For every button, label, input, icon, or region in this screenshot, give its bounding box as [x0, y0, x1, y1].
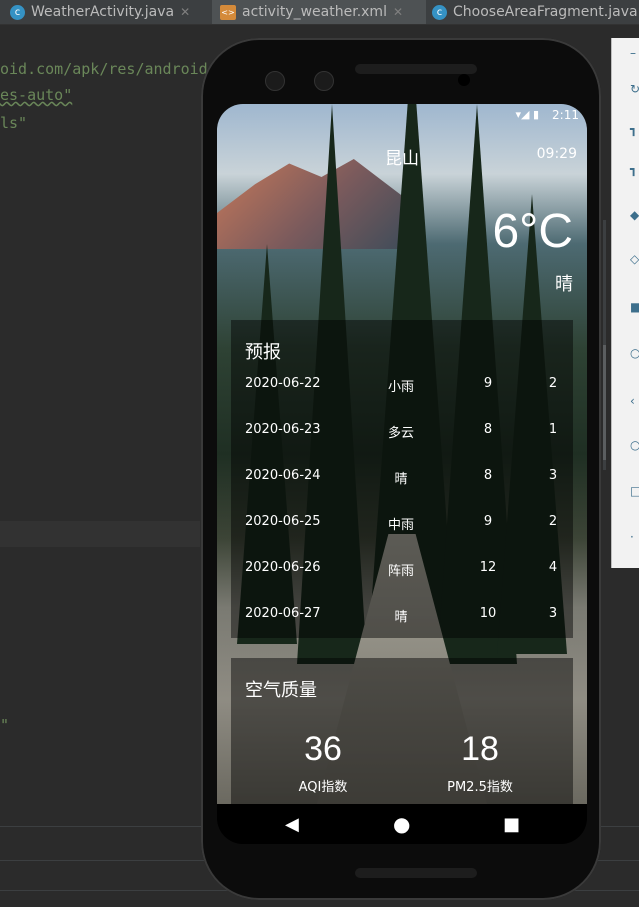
forecast-panel: 预报 2020-06-22 小雨 9 2 2020-06-23 多云 8 1 2… — [231, 320, 573, 638]
city-title: 昆山 — [385, 149, 419, 169]
forecast-min: 3 — [548, 468, 558, 483]
tab-activity-weather-xml[interactable]: <> activity_weather.xml ✕ — [212, 0, 426, 24]
aqi-title: 空气质量 — [245, 680, 317, 701]
tab-label: activity_weather.xml — [242, 4, 387, 20]
front-camera-icon — [265, 71, 285, 91]
tab-label: ChooseAreaFragment.java — [453, 4, 638, 20]
forecast-info: 小雨 — [387, 380, 414, 395]
forecast-max: 9 — [483, 514, 493, 529]
forecast-date: 2020-06-24 — [245, 468, 321, 483]
front-camera-icon — [314, 71, 334, 91]
current-line-highlight — [0, 521, 200, 547]
forecast-min: 2 — [548, 514, 558, 529]
home-icon[interactable]: ● — [393, 812, 410, 836]
eraser-icon[interactable]: ◇ — [630, 252, 639, 266]
forecast-info: 晴 — [394, 472, 408, 487]
scrollbar-thumb[interactable] — [603, 345, 606, 460]
update-time: 09:29 — [536, 146, 577, 162]
forecast-row: 2020-06-27 晴 10 3 — [231, 606, 573, 626]
xml-layout-icon: <> — [220, 4, 236, 20]
palette-panel: – ↻ ┓ ┓ ◆ ◇ ■ ○ ‹ ○ □ · — [611, 38, 639, 568]
forecast-title: 预报 — [245, 342, 281, 363]
forecast-min: 1 — [548, 422, 558, 437]
bottom-speaker — [355, 868, 477, 878]
close-icon[interactable]: ✕ — [180, 5, 190, 19]
navigation-bar: ◀ ● ■ — [217, 804, 587, 844]
forecast-info: 晴 — [394, 610, 408, 625]
current-degree: 6°C — [492, 205, 573, 258]
forecast-min: 4 — [548, 560, 558, 575]
code-line: oid.com/apk/res/android — [0, 60, 208, 78]
tool-icon[interactable]: ┓ — [630, 162, 639, 176]
forecast-min: 2 — [548, 376, 558, 391]
circle-icon[interactable]: ○ — [630, 438, 639, 452]
tool-icon[interactable]: ┓ — [630, 122, 639, 136]
square-icon[interactable]: □ — [630, 484, 639, 498]
forecast-row: 2020-06-24 晴 8 3 — [231, 468, 573, 488]
phone-screen: ▾◢ ▮ 2:11 昆山 09:29 6°C 晴 预报 2020-06-22 小… — [217, 104, 587, 844]
earpiece-speaker — [355, 64, 477, 74]
forecast-date: 2020-06-27 — [245, 606, 321, 621]
close-icon[interactable]: ✕ — [393, 5, 403, 19]
sensor-icon — [458, 74, 470, 86]
code-line: ls" — [0, 114, 28, 132]
weather-info: 晴 — [555, 274, 573, 295]
status-bar: ▾◢ ▮ 2:11 — [217, 104, 587, 128]
status-time: 2:11 — [552, 108, 579, 122]
mountain-shape — [217, 159, 407, 249]
forecast-max: 8 — [483, 422, 493, 437]
forecast-date: 2020-06-22 — [245, 376, 321, 391]
editor-tab-bar: c WeatherActivity.java ✕ <> activity_wea… — [0, 0, 639, 25]
code-line: " — [0, 716, 10, 734]
pm25-value: 18 — [461, 730, 499, 768]
forecast-max: 9 — [483, 376, 493, 391]
eraser-icon[interactable]: ◆ — [630, 208, 639, 222]
circle-icon[interactable]: ○ — [630, 346, 639, 360]
forecast-date: 2020-06-25 — [245, 514, 321, 529]
arrow-icon[interactable]: ‹ — [630, 394, 639, 408]
forecast-info: 阵雨 — [387, 564, 414, 579]
forecast-max: 10 — [479, 606, 497, 621]
forecast-min: 3 — [548, 606, 558, 621]
tab-label: WeatherActivity.java — [31, 4, 175, 20]
tab-weather-activity[interactable]: c WeatherActivity.java ✕ — [10, 0, 210, 24]
tab-choose-area-fragment[interactable]: c ChooseAreaFragment.java — [432, 0, 639, 24]
minus-icon[interactable]: – — [630, 46, 639, 60]
forecast-info: 多云 — [387, 426, 414, 441]
forecast-row: 2020-06-25 中雨 9 2 — [231, 514, 573, 534]
code-line: es-auto" — [0, 86, 73, 104]
forecast-date: 2020-06-23 — [245, 422, 321, 437]
recents-icon[interactable]: ■ — [503, 814, 520, 835]
dot-icon[interactable]: · — [630, 530, 639, 544]
square-icon[interactable]: ■ — [630, 300, 639, 314]
forecast-max: 12 — [479, 560, 497, 575]
back-icon[interactable]: ◀ — [285, 814, 299, 835]
forecast-row: 2020-06-26 阵雨 12 4 — [231, 560, 573, 580]
forecast-row: 2020-06-23 多云 8 1 — [231, 422, 573, 442]
aqi-label: AQI指数 — [298, 780, 348, 795]
phone-device-frame: ▾◢ ▮ 2:11 昆山 09:29 6°C 晴 预报 2020-06-22 小… — [201, 38, 601, 900]
forecast-row: 2020-06-22 小雨 9 2 — [231, 376, 573, 396]
class-c-icon: c — [432, 4, 447, 20]
forecast-info: 中雨 — [387, 518, 414, 533]
class-c-icon: c — [10, 4, 25, 20]
aqi-value: 36 — [304, 730, 342, 768]
signal-battery-icon: ▾◢ ▮ — [515, 108, 539, 121]
refresh-icon[interactable]: ↻ — [630, 82, 639, 96]
pm25-label: PM2.5指数 — [447, 780, 513, 795]
forecast-date: 2020-06-26 — [245, 560, 321, 575]
forecast-max: 8 — [483, 468, 493, 483]
